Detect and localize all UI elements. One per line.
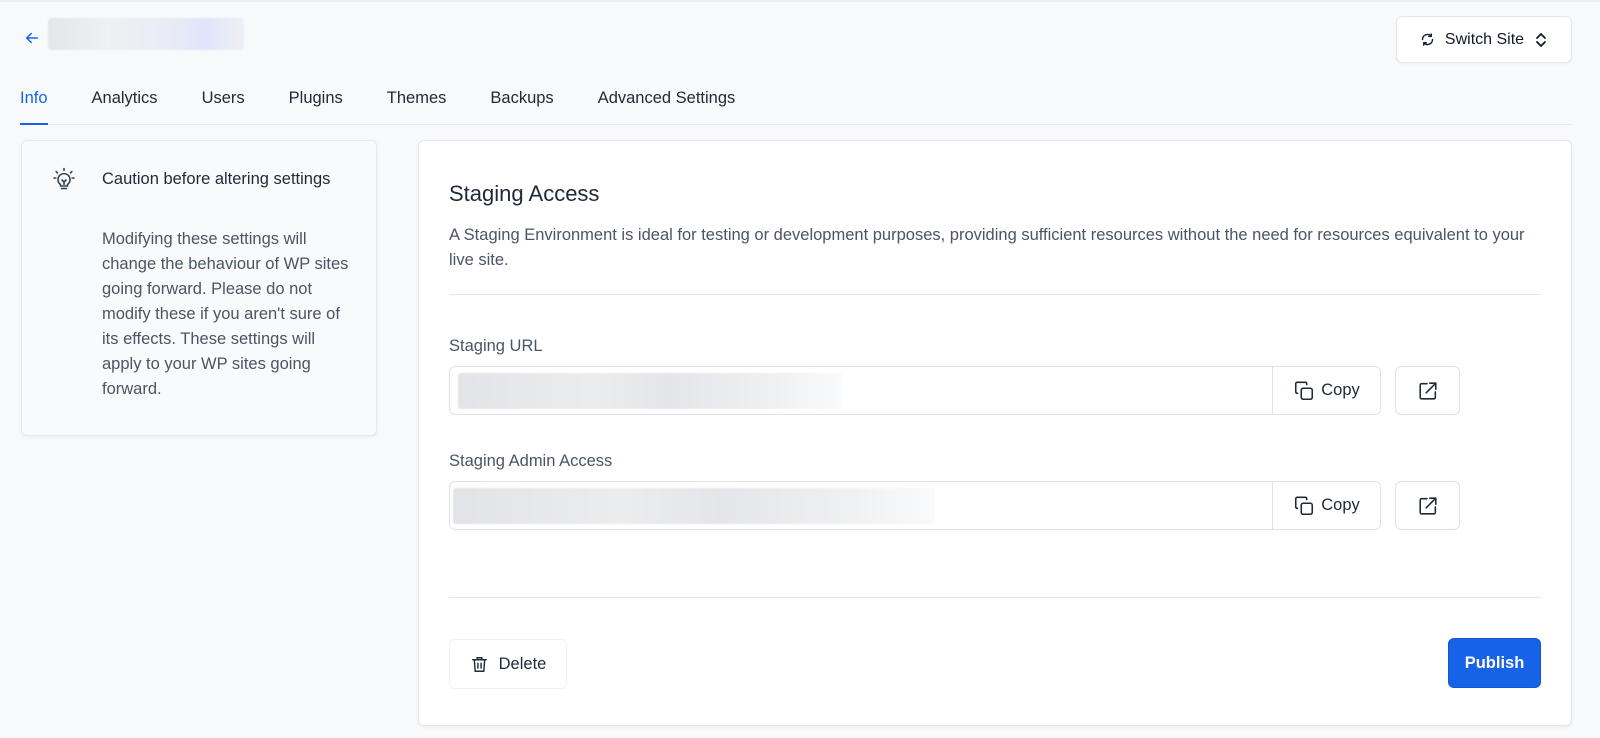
tab-info[interactable]: Info (20, 78, 48, 125)
caution-title: Caution before altering settings (102, 170, 331, 188)
copy-label: Copy (1321, 496, 1360, 514)
refresh-icon (1421, 33, 1434, 46)
lightbulb-icon (52, 167, 76, 191)
tab-backups[interactable]: Backups (490, 78, 553, 124)
tab-analytics[interactable]: Analytics (92, 78, 158, 124)
tab-advanced-settings[interactable]: Advanced Settings (598, 78, 736, 124)
staging-url-field[interactable]: Copy (449, 366, 1381, 415)
staging-title: Staging Access (449, 181, 600, 206)
staging-access-card: Staging Access A Staging Environment is … (418, 140, 1572, 726)
copy-label: Copy (1321, 381, 1360, 399)
section-divider (449, 294, 1541, 295)
page: Switch Site Info Analytics Users Plugins… (0, 0, 1600, 738)
tab-themes[interactable]: Themes (387, 78, 447, 124)
copy-icon (1295, 496, 1314, 515)
external-link-icon (1418, 381, 1437, 400)
header: Switch Site (20, 16, 1572, 64)
switch-site-label: Switch Site (1444, 30, 1525, 48)
external-link-icon (1418, 496, 1437, 515)
top-divider (0, 0, 1600, 2)
chevron-up-down-icon (1536, 32, 1546, 47)
staging-admin-label: Staging Admin Access (449, 452, 613, 470)
tab-plugins[interactable]: Plugins (289, 78, 343, 124)
tab-bar: Info Analytics Users Plugins Themes Back… (20, 78, 1572, 125)
publish-button[interactable]: Publish (1448, 638, 1541, 688)
tab-users[interactable]: Users (202, 78, 245, 124)
caution-card: Caution before altering settings Modifyi… (21, 140, 377, 436)
trash-icon (471, 656, 487, 672)
staging-url-value (458, 373, 842, 409)
staging-admin-field[interactable]: Copy (449, 481, 1381, 530)
copy-staging-url-button[interactable]: Copy (1272, 367, 1380, 414)
switch-site-button[interactable]: Switch Site (1396, 16, 1572, 63)
open-staging-admin-button[interactable] (1395, 481, 1460, 530)
staging-description: A Staging Environment is ideal for testi… (449, 226, 1525, 269)
open-staging-url-button[interactable] (1395, 366, 1460, 415)
delete-button[interactable]: Delete (449, 639, 567, 689)
site-name (48, 18, 244, 50)
copy-icon (1295, 381, 1314, 400)
footer-divider (449, 597, 1541, 598)
copy-staging-admin-button[interactable]: Copy (1272, 482, 1380, 529)
staging-url-label: Staging URL (449, 337, 543, 355)
arrow-left-icon (26, 32, 38, 44)
delete-label: Delete (498, 654, 547, 673)
back-button[interactable] (20, 26, 44, 50)
caution-body: Modifying these settings will change the… (102, 230, 349, 398)
staging-admin-value (453, 488, 935, 524)
